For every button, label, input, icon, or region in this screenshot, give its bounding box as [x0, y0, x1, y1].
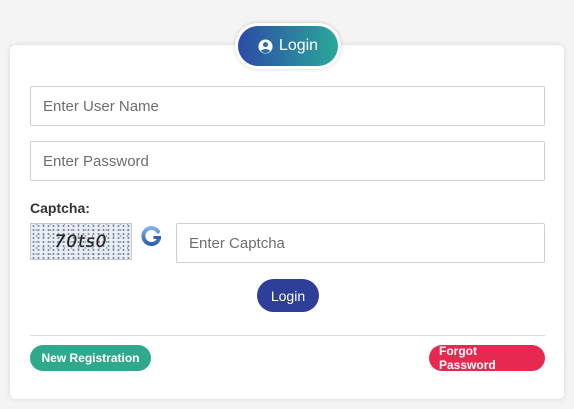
refresh-icon[interactable]	[140, 225, 162, 247]
captcha-text: 70ts0	[54, 231, 108, 252]
user-circle-icon	[258, 38, 273, 54]
new-registration-button[interactable]: New Registration	[30, 345, 151, 371]
password-input[interactable]	[30, 141, 545, 181]
captcha-label: Captcha:	[30, 200, 90, 216]
login-header-pill-frame: Login	[235, 23, 341, 69]
captcha-image: 70ts0	[30, 223, 132, 260]
divider	[30, 335, 545, 336]
username-input[interactable]	[30, 86, 545, 126]
captcha-input[interactable]	[176, 223, 545, 263]
login-submit-button[interactable]: Login	[257, 279, 319, 312]
login-header-label: Login	[278, 37, 319, 54]
login-header-button[interactable]: Login	[238, 26, 338, 66]
forgot-password-button[interactable]: Forgot Password	[429, 344, 545, 372]
